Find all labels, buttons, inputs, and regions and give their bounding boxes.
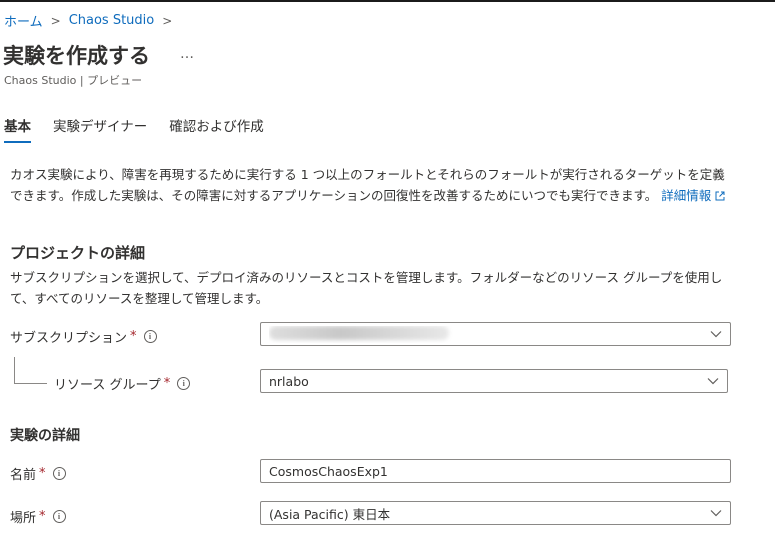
info-icon[interactable]: i [52, 510, 66, 523]
chevron-down-icon [707, 378, 719, 385]
info-icon[interactable]: i [177, 377, 191, 390]
external-link-icon [715, 191, 725, 201]
breadcrumb-home-link[interactable]: ホーム [4, 11, 43, 30]
location-select[interactable]: (Asia Pacific) 東日本 [260, 501, 731, 525]
required-marker: * [39, 509, 46, 524]
info-icon[interactable]: i [143, 330, 157, 343]
experiment-details-heading: 実験の詳細 [10, 428, 80, 444]
required-marker: * [130, 329, 137, 344]
name-label-text: 名前 [10, 468, 37, 483]
breadcrumb: ホーム > Chaos Studio > [4, 11, 180, 30]
resource-group-label-text: リソース グループ [54, 378, 161, 393]
breadcrumb-chaos-studio-link[interactable]: Chaos Studio [69, 13, 155, 28]
subscription-select[interactable] [260, 322, 731, 346]
location-value: (Asia Pacific) 東日本 [269, 506, 391, 522]
location-label-text: 場所 [10, 511, 37, 526]
chevron-down-icon [710, 331, 722, 338]
subscription-label: サブスクリプション * i [10, 327, 157, 346]
intro-description: カオス実験により、障害を再現するために実行する 1 つ以上のフォールトとそれらの… [10, 164, 735, 206]
resource-group-label: リソース グループ * i [54, 374, 191, 393]
learn-more-link[interactable]: 詳細情報 [661, 188, 725, 203]
tab-list: 基本 実験デザイナー 確認および作成 [4, 115, 264, 143]
project-details-description: サブスクリプションを選択して、デプロイ済みのリソースとコストを管理します。フォル… [10, 270, 723, 306]
chevron-down-icon [710, 510, 722, 517]
learn-more-label: 詳細情報 [661, 188, 712, 203]
more-options-button[interactable]: … [180, 46, 195, 62]
required-marker: * [39, 466, 46, 481]
page-subtitle: Chaos Studio | プレビュー [4, 74, 143, 87]
location-label: 場所 * i [10, 507, 66, 526]
tree-connector [14, 357, 47, 384]
tab-experiment-designer[interactable]: 実験デザイナー [53, 115, 147, 143]
experiment-name-input[interactable]: CosmosChaosExp1 [260, 459, 731, 483]
required-marker: * [163, 376, 171, 391]
subscription-value [269, 325, 710, 343]
chevron-right-icon: > [162, 13, 173, 28]
tab-review-create[interactable]: 確認および作成 [169, 115, 264, 143]
experiment-name-value: CosmosChaosExp1 [269, 463, 388, 479]
resource-group-value: nrlabo [269, 373, 309, 389]
info-icon[interactable]: i [52, 467, 66, 480]
chevron-right-icon: > [50, 13, 61, 28]
project-details-heading: プロジェクトの詳細 [10, 244, 146, 262]
tab-basics[interactable]: 基本 [4, 115, 31, 143]
resource-group-select[interactable]: nrlabo [260, 369, 728, 393]
subscription-label-text: サブスクリプション [10, 331, 128, 346]
name-label: 名前 * i [10, 464, 66, 483]
page-title: 実験を作成する [3, 44, 150, 68]
subscription-redacted-value [269, 325, 449, 340]
intro-description-text: カオス実験により、障害を再現するために実行する 1 つ以上のフォールトとそれらの… [10, 167, 725, 203]
